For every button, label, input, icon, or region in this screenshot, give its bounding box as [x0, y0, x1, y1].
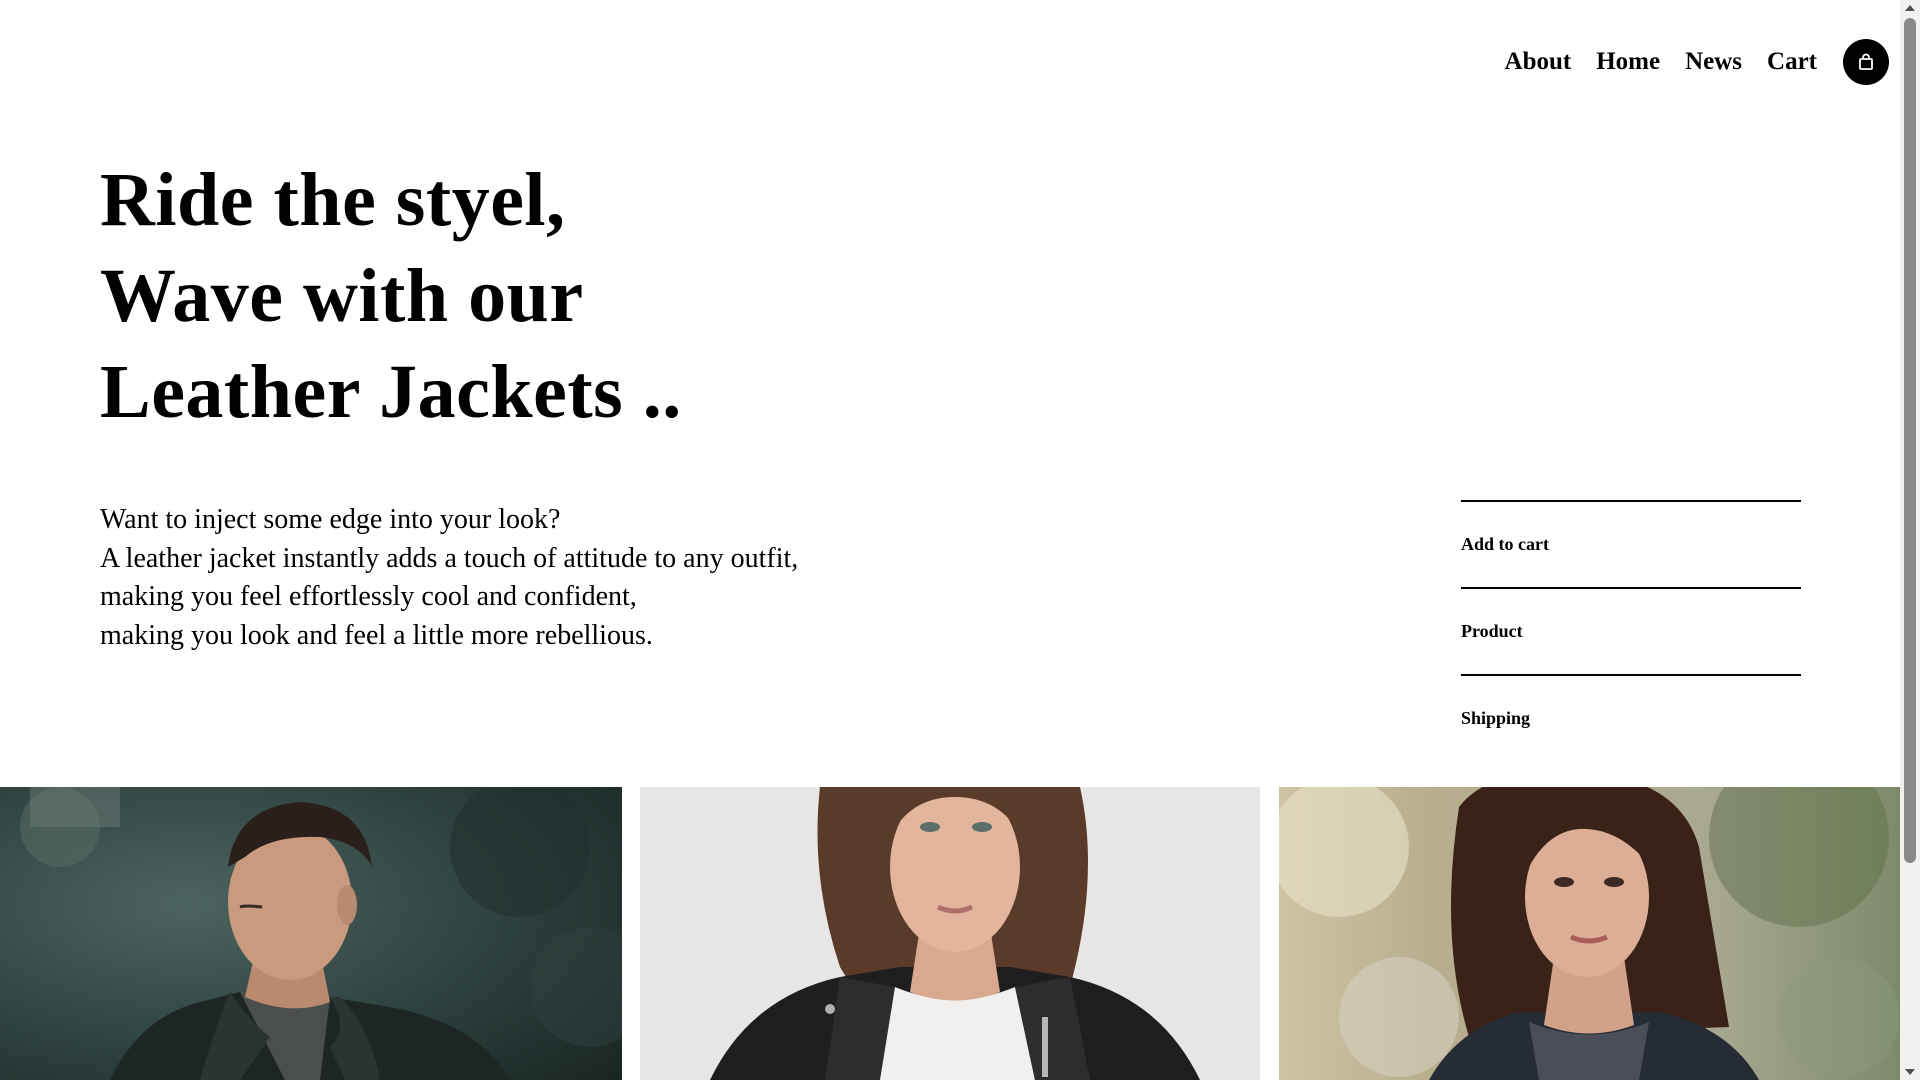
hero-title-line: Ride the styel, [100, 158, 566, 242]
side-menu-add-to-cart[interactable]: Add to cart [1461, 500, 1801, 587]
scrollbar-thumb[interactable] [1904, 18, 1916, 863]
hero-description: Want to inject some edge into your look?… [100, 501, 798, 655]
side-menu: Add to cart Product Shipping [1461, 500, 1801, 761]
nav-link-cart[interactable]: Cart [1767, 39, 1817, 85]
vertical-scrollbar[interactable] [1900, 0, 1920, 1080]
hero-description-line: making you look and feel a little more r… [100, 619, 653, 651]
side-menu-product[interactable]: Product [1461, 587, 1801, 674]
page: About Home News Cart Ride the styel, Wav… [0, 0, 1900, 1080]
shopping-bag-icon [1859, 53, 1873, 70]
gallery-photo-woman-outdoor[interactable] [1279, 787, 1900, 1080]
hero-description-line: making you feel effortlessly cool and co… [100, 581, 637, 612]
gallery-photo-woman-studio[interactable] [640, 787, 1260, 1080]
hero-title: Ride the styel, Wave with our Leather Ja… [100, 152, 682, 440]
cart-button[interactable] [1843, 39, 1889, 85]
hero-description-line: Want to inject some edge into your look? [100, 504, 561, 535]
photo-gallery [0, 787, 1900, 1080]
nav-link-home[interactable]: Home [1596, 39, 1660, 85]
main-nav: About Home News Cart [1480, 39, 1889, 85]
nav-link-about[interactable]: About [1505, 39, 1572, 85]
scroll-up-icon[interactable] [1905, 5, 1915, 11]
hero-title-line: Wave with our [100, 254, 584, 338]
hero-title-line: Leather Jackets .. [100, 350, 682, 434]
nav-link-news[interactable]: News [1685, 39, 1742, 85]
gallery-photo-man[interactable] [0, 787, 622, 1080]
side-menu-shipping[interactable]: Shipping [1461, 674, 1801, 761]
hero-description-line: A leather jacket instantly adds a touch … [100, 542, 799, 574]
scroll-down-icon[interactable] [1905, 1069, 1915, 1075]
